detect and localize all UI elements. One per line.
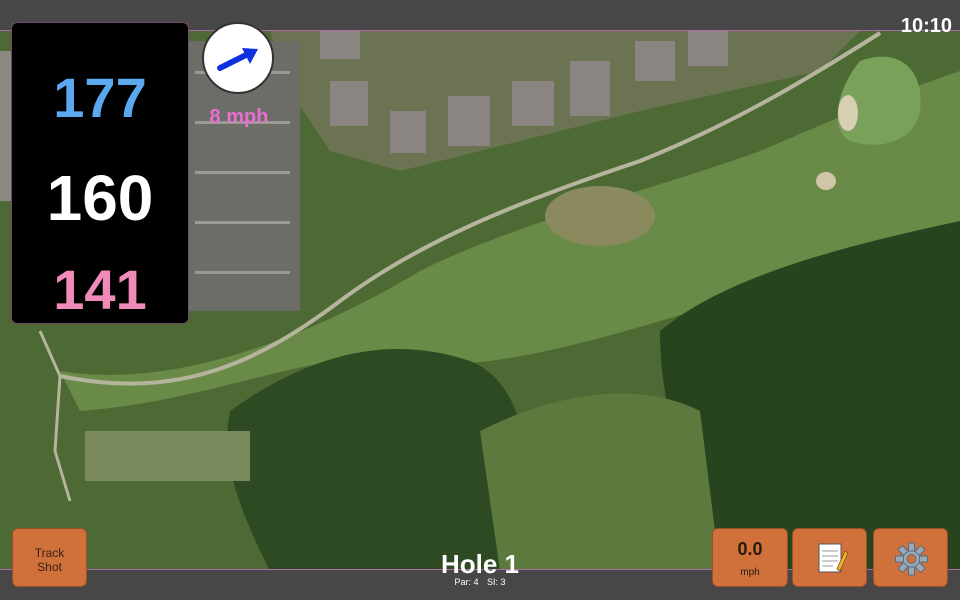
par-label: Par: 4	[454, 577, 479, 587]
back-yardage: 177	[53, 66, 147, 129]
hole-title: Hole 1	[440, 549, 520, 579]
middle-yardage: 160	[46, 162, 154, 234]
stroke-index-label: SI: 3	[487, 577, 506, 587]
notepad-icon	[818, 543, 849, 573]
speed-unit: mph	[740, 567, 760, 578]
track-shot-label-line2: Shot	[37, 560, 62, 574]
settings-button[interactable]	[873, 528, 948, 587]
track-shot-button[interactable]: Track Shot	[12, 528, 87, 587]
wind-direction-dial[interactable]	[202, 22, 274, 94]
hole-info: Par: 4 SI: 3	[380, 577, 580, 587]
wind-arrow-icon	[217, 48, 258, 71]
gear-icon	[895, 542, 928, 576]
clock: 10:10	[900, 15, 952, 37]
track-shot-label-line1: Track	[34, 546, 65, 560]
front-yardage: 141	[53, 258, 147, 321]
speed-value: 0.0	[737, 539, 763, 559]
wind-speed-label: 8 mph	[209, 106, 269, 128]
yardage-panel[interactable]: 177 160 141	[11, 22, 189, 324]
notes-button[interactable]	[792, 528, 867, 587]
speed-button[interactable]: 0.0 mph	[712, 528, 788, 587]
